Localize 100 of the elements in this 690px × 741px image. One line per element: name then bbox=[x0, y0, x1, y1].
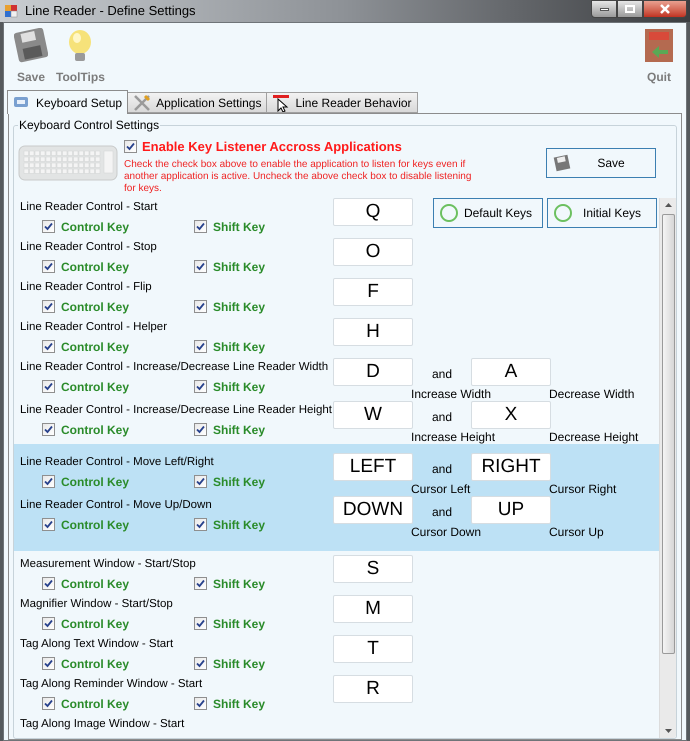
checkbox[interactable] bbox=[42, 518, 55, 531]
checkbox-label: Shift Key bbox=[213, 378, 266, 396]
checkbox[interactable] bbox=[194, 518, 207, 531]
key-caption: Increase Height bbox=[411, 430, 496, 444]
key-caption: Cursor Down bbox=[411, 525, 482, 539]
checkbox-label: Shift Key bbox=[213, 422, 266, 438]
checkbox[interactable] bbox=[42, 577, 55, 590]
key-caption: Increase Width bbox=[411, 387, 492, 401]
checkbox-label: Control Key bbox=[61, 696, 130, 712]
checkbox-label: Control Key bbox=[61, 422, 130, 438]
tab[interactable]: Keyboard Setup bbox=[7, 90, 128, 114]
key-field[interactable]: LEFT bbox=[333, 453, 413, 481]
key-field[interactable]: F bbox=[333, 278, 413, 306]
key-field[interactable]: Q bbox=[333, 198, 413, 226]
row-title: Magnifier Window - Start/Stop bbox=[20, 597, 173, 612]
key-field[interactable]: RIGHT bbox=[471, 453, 551, 481]
checkbox[interactable] bbox=[194, 260, 207, 273]
checkbox[interactable] bbox=[42, 475, 55, 488]
checkbox-label: Shift Key bbox=[213, 338, 266, 356]
checkbox-label: Shift Key bbox=[213, 298, 266, 316]
checkbox-label: Shift Key bbox=[213, 656, 266, 672]
checkbox[interactable] bbox=[42, 697, 55, 710]
key-caption: Decrease Height bbox=[549, 430, 638, 444]
key-field[interactable]: A bbox=[471, 358, 551, 386]
checkbox-label: Shift Key bbox=[213, 616, 266, 632]
checkbox-label: Control Key bbox=[61, 298, 130, 316]
checkbox-label: Control Key bbox=[61, 378, 130, 396]
checkbox-label: Shift Key bbox=[213, 576, 266, 592]
checkbox[interactable] bbox=[124, 140, 137, 154]
joiner-text: and bbox=[430, 366, 454, 383]
checkbox-label: Shift Key bbox=[213, 516, 266, 534]
key-field[interactable]: DOWN bbox=[333, 496, 413, 524]
key-field[interactable]: T bbox=[333, 635, 413, 663]
key-field[interactable]: S bbox=[333, 555, 413, 583]
checkbox[interactable] bbox=[42, 260, 55, 273]
checkbox-label: Control Key bbox=[61, 516, 130, 534]
checkbox[interactable] bbox=[194, 697, 207, 710]
checkbox[interactable] bbox=[194, 617, 207, 630]
row-title: Measurement Window - Start/Stop bbox=[20, 557, 196, 572]
key-field[interactable]: M bbox=[333, 595, 413, 623]
key-field[interactable]: O bbox=[333, 238, 413, 266]
close-icon bbox=[659, 4, 671, 14]
row-title: Line Reader Control - Move Up/Down bbox=[20, 498, 212, 513]
key-field[interactable]: UP bbox=[471, 496, 551, 524]
checkbox-label: Control Key bbox=[61, 616, 130, 632]
checkbox[interactable] bbox=[194, 300, 207, 313]
tab[interactable]: Application Settings bbox=[127, 92, 268, 113]
checkbox[interactable] bbox=[42, 300, 55, 313]
checkbox[interactable] bbox=[194, 380, 207, 393]
toolbar-tooltips-button[interactable]: ToolTips bbox=[56, 28, 105, 86]
checkbox[interactable] bbox=[42, 380, 55, 393]
minimize-button[interactable] bbox=[591, 0, 617, 18]
window-title: Line Reader - Define Settings bbox=[25, 2, 196, 20]
checkbox-label: Shift Key bbox=[213, 696, 266, 712]
checkbox-label: Control Key bbox=[61, 338, 130, 356]
initial-keys-button[interactable]: Initial Keys bbox=[547, 198, 657, 228]
key-caption: Cursor Left bbox=[411, 482, 470, 496]
row-title: Tag Along Reminder Window - Start bbox=[20, 677, 202, 692]
joiner-text: and bbox=[430, 409, 454, 426]
default-keys-button[interactable]: Default Keys bbox=[433, 198, 543, 228]
checkbox[interactable] bbox=[42, 423, 55, 436]
checkbox[interactable] bbox=[194, 423, 207, 436]
row-title: Tag Along Text Window - Start bbox=[20, 637, 174, 652]
checkbox-label: Shift Key bbox=[213, 474, 266, 490]
group-title: Keyboard Control Settings bbox=[18, 117, 160, 134]
listener-description: Check the check box above to enable the application to listen for keys even if another application is active. Uncheck the above check box to disable listening for keys. bbox=[124, 158, 472, 194]
toolbar-save-button[interactable]: Save bbox=[14, 28, 48, 86]
key-field[interactable]: R bbox=[333, 675, 413, 703]
checkbox-label: Control Key bbox=[61, 656, 130, 672]
key-field[interactable]: H bbox=[333, 318, 413, 346]
joiner-text: and bbox=[430, 504, 454, 521]
row-title: Line Reader Control - Increase/Decrease Line Reader Height bbox=[20, 403, 332, 418]
row-title: Line Reader Control - Move Left/Right bbox=[20, 455, 214, 470]
checkbox[interactable] bbox=[42, 340, 55, 353]
checkbox-label: Shift Key bbox=[213, 258, 266, 276]
checkbox[interactable] bbox=[42, 657, 55, 670]
toolbar-quit-button[interactable]: Quit bbox=[642, 28, 676, 86]
checkbox[interactable] bbox=[194, 577, 207, 590]
cursor-icon bbox=[272, 94, 290, 112]
checkbox[interactable] bbox=[42, 617, 55, 630]
save-button[interactable]: Save bbox=[546, 148, 656, 178]
key-field[interactable]: W bbox=[333, 401, 413, 429]
key-caption: Decrease Width bbox=[549, 387, 634, 401]
key-caption: Cursor Right bbox=[549, 482, 616, 496]
checkbox-label: Control Key bbox=[61, 474, 130, 490]
checkbox[interactable] bbox=[194, 657, 207, 670]
close-button[interactable] bbox=[643, 0, 687, 18]
key-field[interactable]: D bbox=[333, 358, 413, 386]
listener-label: Enable Key Listener Accross Applications bbox=[142, 138, 402, 156]
maximize-button[interactable] bbox=[617, 0, 643, 18]
tab[interactable]: Line Reader Behavior bbox=[266, 92, 418, 113]
checkbox[interactable] bbox=[42, 220, 55, 233]
row-title: Tag Along Image Window - Start bbox=[20, 717, 184, 732]
checkbox[interactable] bbox=[194, 475, 207, 488]
scrollbar-thumb[interactable] bbox=[662, 214, 674, 654]
exit-door-icon bbox=[642, 28, 676, 64]
checkbox[interactable] bbox=[194, 220, 207, 233]
key-field[interactable]: X bbox=[471, 401, 551, 429]
row-title: Line Reader Control - Flip bbox=[20, 280, 152, 295]
checkbox[interactable] bbox=[194, 340, 207, 353]
